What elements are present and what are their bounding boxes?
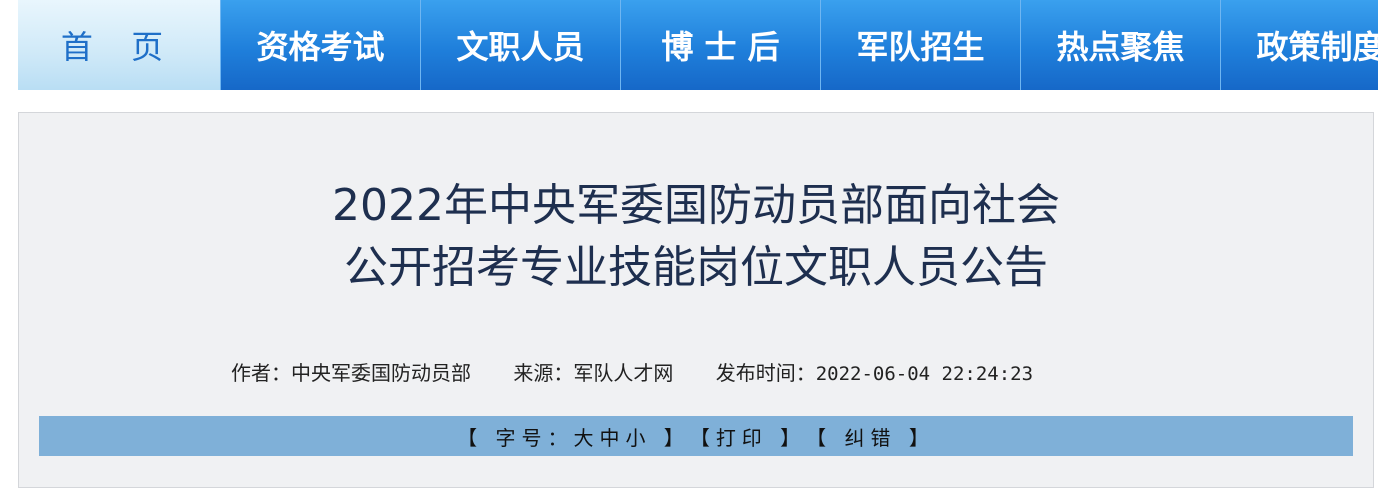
bracket-close: 】 xyxy=(896,425,935,450)
article-author: 作者：中央军委国防动员部 xyxy=(231,361,471,385)
bracket-close: 】 xyxy=(651,425,690,450)
font-size-small-link[interactable]: 小 xyxy=(625,422,651,451)
nav-postdoc[interactable]: 博 士 后 xyxy=(620,0,820,90)
article-panel: 2022年中央军委国防动员部面向社会 公开招考专业技能岗位文职人员公告 作者：中… xyxy=(18,112,1374,488)
nav-policy[interactable]: 政策制度 xyxy=(1220,0,1378,90)
article-title-line-1: 2022年中央军委国防动员部面向社会 xyxy=(332,180,1060,231)
bracket-open: 【 xyxy=(689,425,716,450)
article-meta: 作者：中央军委国防动员部 来源：军队人才网 发布时间：2022-06-04 22… xyxy=(231,357,1069,386)
publish-label: 发布时间： xyxy=(715,361,816,385)
article-toolbar: 【 字号： 大 中 小 】 【 打印 】 【 纠错 】 xyxy=(39,416,1353,456)
nav-hot-topics[interactable]: 热点聚焦 xyxy=(1020,0,1220,90)
nav-civilian-staff[interactable]: 文职人员 xyxy=(420,0,620,90)
report-error-link[interactable]: 纠错 xyxy=(845,422,897,451)
article-source: 来源：军队人才网 xyxy=(513,361,674,385)
print-link[interactable]: 打印 xyxy=(716,422,768,451)
nav-home[interactable]: 首 页 xyxy=(18,0,220,90)
publish-time: 2022-06-04 22:24:23 xyxy=(815,363,1034,385)
bracket-close: 】 xyxy=(767,425,807,450)
bracket-open: 【 xyxy=(457,425,496,450)
article-title-line-2: 公开招考专业技能岗位文职人员公告 xyxy=(344,242,1048,293)
font-size-label: 字号： xyxy=(495,425,574,450)
nav-military-enrollment[interactable]: 军队招生 xyxy=(820,0,1020,90)
font-size-large-link[interactable]: 大 xyxy=(573,422,599,451)
main-nav: 首 页 资格考试 文职人员 博 士 后 军队招生 热点聚焦 政策制度 xyxy=(18,0,1378,90)
font-size-medium-link[interactable]: 中 xyxy=(599,422,625,451)
article-title: 2022年中央军委国防动员部面向社会 公开招考专业技能岗位文职人员公告 xyxy=(19,175,1373,299)
nav-qualification-exam[interactable]: 资格考试 xyxy=(220,0,420,90)
bracket-open: 【 xyxy=(806,425,845,450)
